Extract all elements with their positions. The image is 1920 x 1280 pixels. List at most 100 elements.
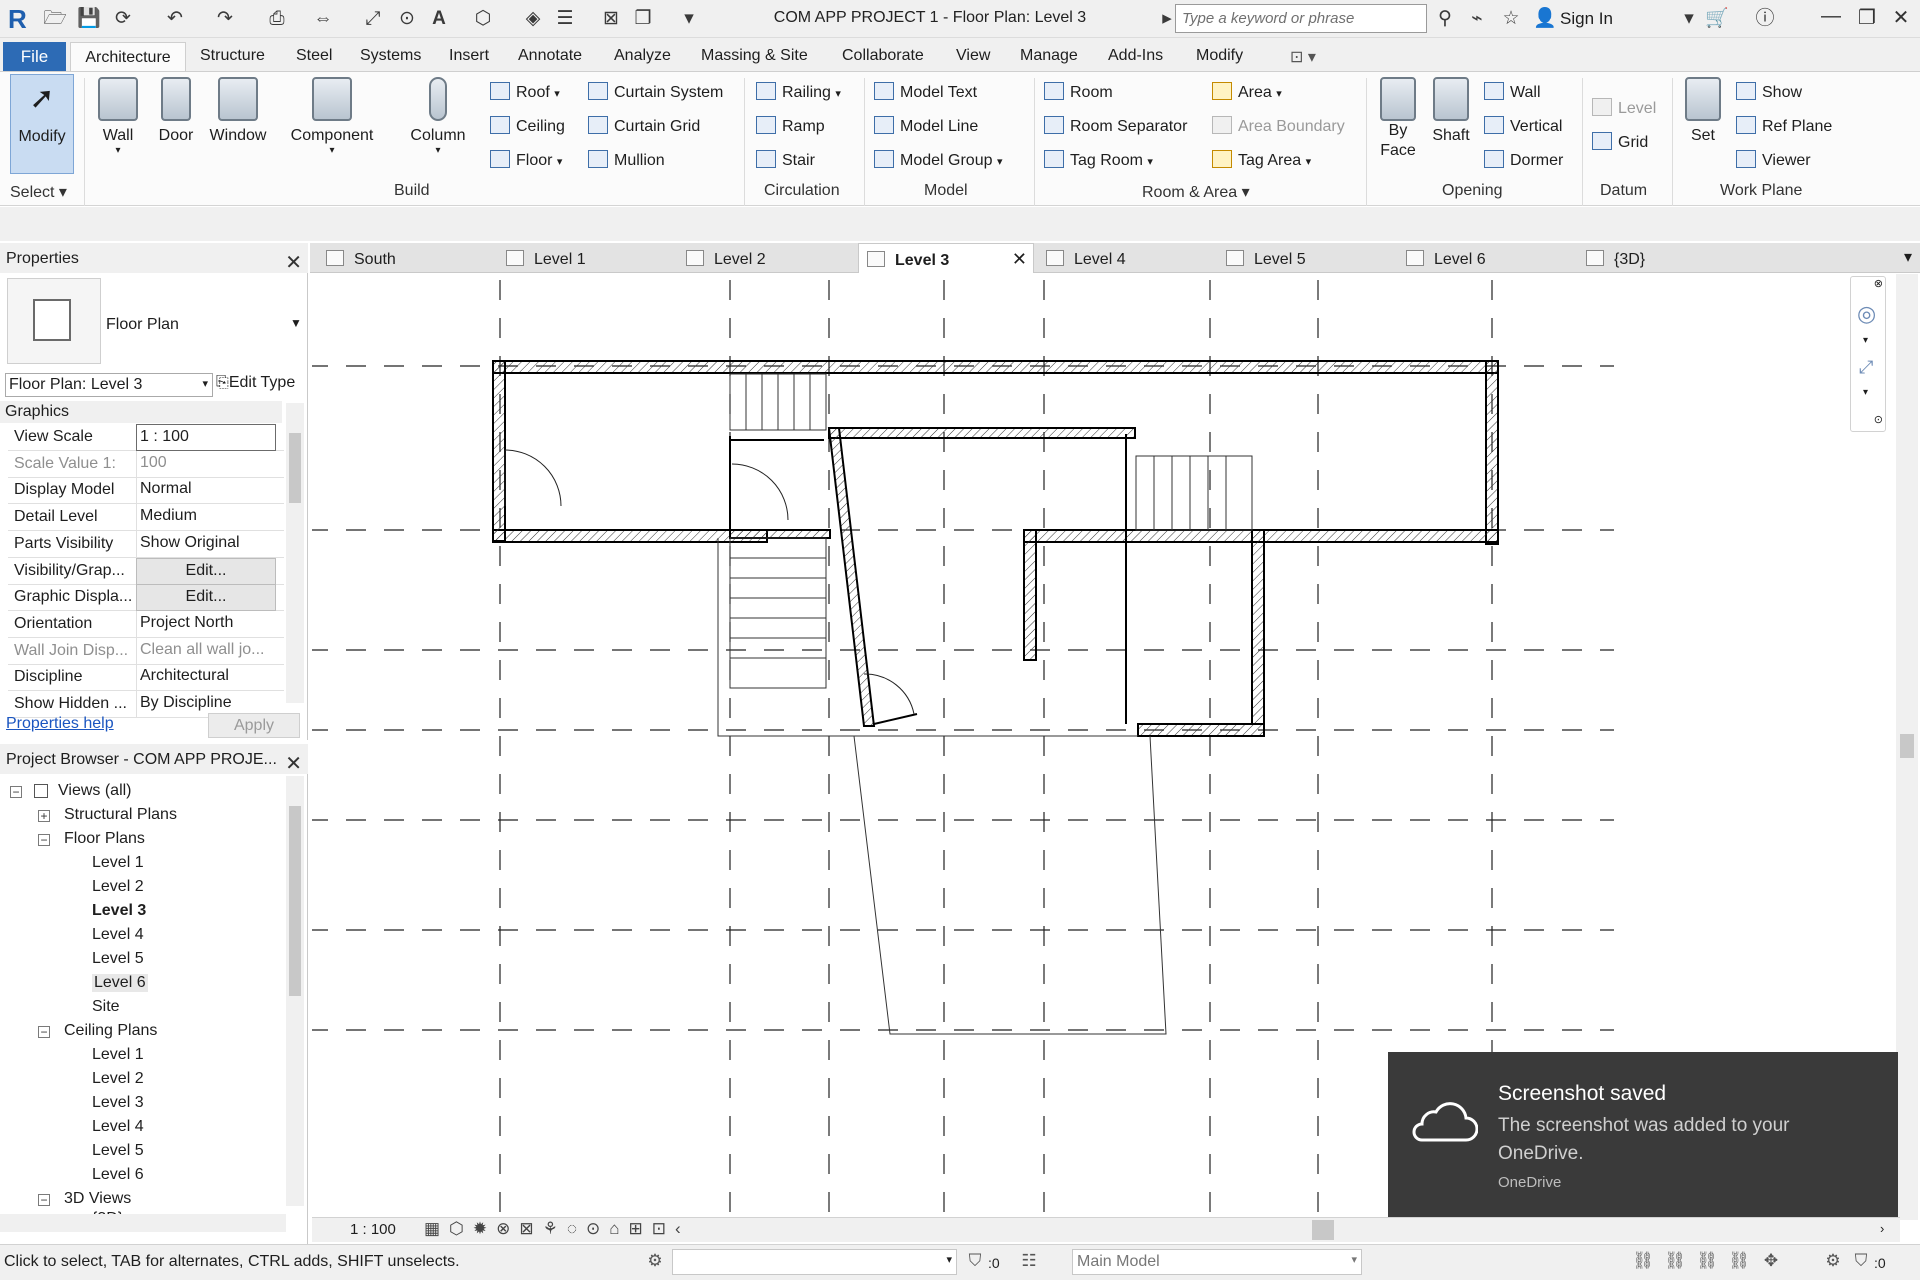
property-value[interactable]: Medium bbox=[136, 504, 276, 532]
browser-scrollbar[interactable] bbox=[286, 776, 304, 1206]
print-icon[interactable]: ⎙ bbox=[264, 6, 290, 32]
tabs-overflow-icon[interactable]: ▾ bbox=[1904, 247, 1912, 267]
type-dropdown-icon[interactable]: ▼ bbox=[290, 316, 302, 330]
room-separator-button[interactable]: Room Separator bbox=[1044, 116, 1187, 136]
property-value[interactable]: Edit... bbox=[136, 557, 276, 585]
tab-collaborate[interactable]: Collaborate bbox=[842, 47, 924, 65]
horizontal-scroll-thumb[interactable] bbox=[1312, 1220, 1334, 1240]
collapse-icon[interactable]: − bbox=[38, 1194, 50, 1206]
select-underlay-icon[interactable]: ⛓ bbox=[1664, 1251, 1686, 1273]
design-option-dropdown[interactable]: Main Model ▾ bbox=[1072, 1249, 1362, 1275]
minimize-icon[interactable]: — bbox=[1816, 5, 1846, 28]
expand-icon[interactable]: + bbox=[38, 810, 50, 822]
tag-room-button[interactable]: Tag Room ▾ bbox=[1044, 150, 1153, 170]
collapse-icon[interactable]: − bbox=[10, 786, 22, 798]
navbar-options-icon[interactable]: ⊙ bbox=[1874, 413, 1883, 426]
close-window-icon[interactable]: ✕ bbox=[1886, 5, 1916, 30]
onedrive-notification[interactable]: Screenshot saved The screenshot was adde… bbox=[1388, 1052, 1898, 1220]
view-tab[interactable]: Level 1 bbox=[498, 243, 668, 273]
door-button[interactable]: Door bbox=[152, 77, 200, 145]
property-value[interactable]: Project North bbox=[136, 610, 276, 638]
viewer-button[interactable]: Viewer bbox=[1736, 150, 1811, 170]
3d-view-icon[interactable]: ⬡ bbox=[470, 6, 496, 32]
railing-button[interactable]: Railing ▾ bbox=[756, 82, 841, 102]
room-area-panel-label[interactable]: Room & Area ▾ bbox=[1142, 182, 1250, 202]
type-selector[interactable]: Floor Plan bbox=[106, 316, 179, 334]
model-line-button[interactable]: Model Line bbox=[874, 116, 978, 136]
undo-icon[interactable]: ↶ bbox=[162, 6, 188, 32]
by-face-button[interactable]: By Face bbox=[1374, 77, 1422, 161]
sign-in-button[interactable]: Sign In bbox=[1560, 9, 1613, 29]
shaft-button[interactable]: Shaft bbox=[1426, 77, 1476, 145]
tree-ceiling-plan-level[interactable]: Level 2 bbox=[92, 1070, 144, 1088]
tab-massing-site[interactable]: Massing & Site bbox=[701, 47, 808, 65]
property-value[interactable]: Show Original bbox=[136, 530, 276, 558]
model-text-button[interactable]: Model Text bbox=[874, 82, 977, 102]
tree-ceiling-plan-level[interactable]: Level 5 bbox=[92, 1142, 144, 1160]
zoom-icon[interactable]: ⤢ bbox=[1859, 357, 1873, 378]
navbar-close-icon[interactable]: ⊗ bbox=[1874, 277, 1883, 290]
area-button[interactable]: Area ▾ bbox=[1212, 82, 1282, 102]
tab-add-ins[interactable]: Add-Ins bbox=[1108, 47, 1163, 65]
close-tab-icon[interactable]: ✕ bbox=[1012, 249, 1027, 270]
close-properties-icon[interactable]: ✕ bbox=[285, 250, 302, 275]
tab-analyze[interactable]: Analyze bbox=[614, 47, 671, 65]
tab-architecture[interactable]: Architecture bbox=[70, 42, 186, 74]
dormer-button[interactable]: Dormer bbox=[1484, 150, 1563, 170]
ramp-button[interactable]: Ramp bbox=[756, 116, 825, 136]
customize-qat-icon[interactable]: ▾ bbox=[676, 6, 702, 32]
set-button[interactable]: Set bbox=[1680, 77, 1726, 145]
tree-floor-plan-level[interactable]: Level 6 bbox=[92, 974, 148, 992]
thin-lines-icon[interactable]: ☰ bbox=[552, 6, 578, 32]
ref-plane-button[interactable]: Ref Plane bbox=[1736, 116, 1832, 136]
show-button[interactable]: Show bbox=[1736, 82, 1802, 102]
view-tab[interactable]: {3D} bbox=[1578, 243, 1748, 273]
instance-filter[interactable]: Floor Plan: Level 3 ▾ bbox=[5, 373, 213, 397]
curtain-system-button[interactable]: Curtain System bbox=[588, 82, 723, 102]
tree-ceiling-plans[interactable]: Ceiling Plans bbox=[64, 1022, 157, 1040]
property-value[interactable]: Architectural bbox=[136, 664, 276, 692]
steering-wheel-icon[interactable]: ◎ bbox=[1857, 301, 1876, 327]
wall-opening-button[interactable]: Wall bbox=[1484, 82, 1541, 102]
window-button[interactable]: Window bbox=[206, 77, 270, 145]
properties-help-link[interactable]: Properties help bbox=[6, 715, 114, 733]
property-value[interactable]: Edit... bbox=[136, 584, 276, 612]
filter-icon[interactable]: ⛉ bbox=[964, 1251, 986, 1273]
view-control-icons[interactable]: ▦⬡✹⊗⊠⚘◌⊙⌂⊞⊡‹ bbox=[424, 1219, 690, 1239]
tab-structure[interactable]: Structure bbox=[200, 47, 265, 65]
tree-floor-plan-level[interactable]: Level 4 bbox=[92, 926, 144, 944]
room-button[interactable]: Room bbox=[1044, 82, 1113, 102]
area-boundary-button[interactable]: Area Boundary bbox=[1212, 116, 1345, 136]
tab-file[interactable]: File bbox=[3, 42, 66, 72]
property-value[interactable]: 1 : 100 bbox=[136, 424, 276, 451]
view-tab[interactable]: South bbox=[318, 243, 488, 273]
grid-button[interactable]: Grid bbox=[1592, 132, 1648, 152]
component-button[interactable]: Component ▾ bbox=[284, 77, 380, 156]
sync-icon[interactable]: ⟳ bbox=[110, 6, 136, 32]
open-icon[interactable]: 🗁 bbox=[42, 6, 68, 32]
aligned-dimension-icon[interactable]: ⤢ bbox=[360, 6, 386, 32]
filter-status-icon[interactable]: ⛉ bbox=[1850, 1251, 1872, 1273]
tab-annotate[interactable]: Annotate bbox=[518, 47, 582, 65]
help-icon[interactable]: ⓘ bbox=[1752, 6, 1778, 32]
scroll-right-icon[interactable]: › bbox=[1880, 1221, 1884, 1236]
view-tab[interactable]: Level 3 ✕ bbox=[858, 243, 1034, 273]
view-scale[interactable]: 1 : 100 bbox=[350, 1221, 396, 1238]
measure-icon[interactable]: ⇔ bbox=[310, 6, 336, 32]
binoculars-icon[interactable]: ⚲ bbox=[1432, 6, 1458, 32]
tree-ceiling-plan-level[interactable]: Level 6 bbox=[92, 1166, 144, 1184]
tab-modify[interactable]: Modify bbox=[1196, 47, 1243, 65]
steering-wheel-dropdown-icon[interactable]: ▾ bbox=[1863, 335, 1868, 346]
tab-insert[interactable]: Insert bbox=[449, 47, 489, 65]
modify-button[interactable]: ➚ Modify bbox=[10, 74, 74, 174]
edit-type-button[interactable]: ⎘Edit Type bbox=[216, 374, 295, 392]
redo-icon[interactable]: ↷ bbox=[212, 6, 238, 32]
tab-view[interactable]: View bbox=[956, 47, 990, 65]
tag-area-button[interactable]: Tag Area ▾ bbox=[1212, 150, 1311, 170]
tree-ceiling-plan-level[interactable]: Level 4 bbox=[92, 1118, 144, 1136]
floor-button[interactable]: Floor ▾ bbox=[490, 150, 562, 170]
tree-views-all[interactable]: Views (all) bbox=[58, 782, 132, 800]
switch-windows-icon[interactable]: ❐ bbox=[630, 6, 656, 32]
subscription-icon[interactable]: ⌁ bbox=[1464, 6, 1490, 32]
view-tab[interactable]: Level 2 bbox=[678, 243, 848, 273]
